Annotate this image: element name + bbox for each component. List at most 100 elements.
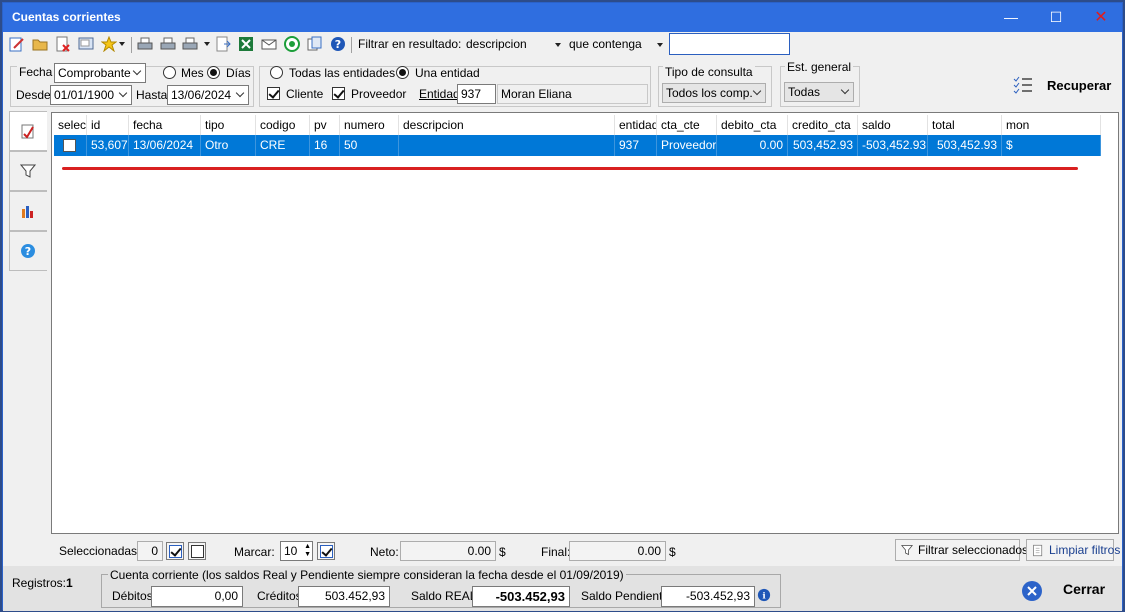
stepper-arrows-icon[interactable]: ▲ ▼: [304, 543, 311, 559]
toolbar-separator: [131, 37, 132, 53]
edit-icon[interactable]: [9, 36, 25, 52]
column-header[interactable]: saldo: [858, 115, 928, 135]
cuenta-corriente-note: Cuenta corriente (los saldos Real y Pend…: [108, 568, 626, 582]
filter-icon: [20, 164, 36, 178]
cell-entidad: 937: [615, 135, 657, 156]
open-folder-icon[interactable]: [32, 36, 48, 52]
marcar-apply-button[interactable]: [317, 542, 335, 560]
proveedor-checkbox[interactable]: [332, 87, 345, 100]
filter-condition-select[interactable]: que contenga: [569, 37, 669, 51]
print-dropdown-icon[interactable]: [204, 42, 210, 46]
entidad-name-field: Moran Eliana: [497, 84, 648, 104]
column-header[interactable]: pv: [310, 115, 340, 135]
mes-radio[interactable]: [163, 66, 176, 79]
select-all-button[interactable]: [166, 542, 184, 560]
column-header[interactable]: tipo: [201, 115, 256, 135]
filter-field-select[interactable]: descripcion: [466, 37, 566, 51]
dias-radio[interactable]: [207, 66, 220, 79]
favorites-dropdown-icon[interactable]: [119, 42, 125, 46]
export-document-icon[interactable]: [215, 36, 231, 52]
tab-ayuda[interactable]: ?: [9, 231, 47, 271]
send-email-icon[interactable]: [261, 36, 277, 52]
tab-filtros[interactable]: [9, 151, 47, 191]
column-header[interactable]: mon: [1002, 115, 1101, 135]
deselect-all-button[interactable]: [188, 542, 206, 560]
minimize-button[interactable]: —: [988, 3, 1034, 32]
seleccionadas-label: Seleccionadas:: [59, 544, 141, 558]
maximize-button[interactable]: ☐: [1033, 3, 1079, 32]
una-entidad-radio[interactable]: [396, 66, 409, 79]
creditos-value: 503.452,93: [298, 586, 390, 607]
grid-header: selec id fecha tipo codigo pv numero des…: [54, 115, 1104, 135]
column-header[interactable]: codigo: [256, 115, 310, 135]
red-underline-mark: [62, 167, 1078, 170]
uncheck-all-icon: [191, 545, 204, 558]
fecha-type-select[interactable]: Comprobante: [54, 63, 146, 83]
marcar-value: 10: [284, 544, 298, 558]
cliente-checkbox[interactable]: [267, 87, 280, 100]
info-icon[interactable]: i: [757, 588, 771, 602]
filter-label: Filtrar en resultado:: [358, 37, 462, 51]
column-header[interactable]: entidad: [615, 115, 657, 135]
marcar-stepper[interactable]: 10 ▲ ▼: [280, 541, 313, 561]
cell-total: 503,452.93: [928, 135, 1002, 156]
cerrar-label: Cerrar: [1063, 581, 1106, 597]
column-header[interactable]: cta_cte: [657, 115, 717, 135]
saldo-real-label: Saldo REAL: [411, 589, 477, 603]
clear-document-icon: [1033, 544, 1043, 557]
title-bar: Cuentas corrientes — ☐ ✕: [3, 3, 1122, 32]
entidad-link[interactable]: Entidad: [419, 87, 460, 101]
row-checkbox[interactable]: [63, 139, 76, 152]
column-header[interactable]: debito_cta: [717, 115, 788, 135]
filtrar-seleccionados-button[interactable]: Filtrar seleccionados: [895, 539, 1028, 561]
table-row[interactable]: 53,607 13/06/2024 Otro CRE 16 50 937 Pro…: [54, 135, 1101, 156]
calendar-dropdown-icon[interactable]: [235, 88, 245, 98]
column-header[interactable]: descripcion: [399, 115, 615, 135]
column-header[interactable]: numero: [340, 115, 399, 135]
limpiar-filtros-button[interactable]: Limpiar filtros: [1026, 539, 1120, 561]
cell-saldo: -503,452.93: [858, 135, 928, 156]
cell-tipo: Otro: [201, 135, 256, 156]
column-header[interactable]: credito_cta: [788, 115, 858, 135]
cell-debito: 0.00: [717, 135, 788, 156]
tipo-consulta-select[interactable]: Todos los comp.: [662, 83, 766, 103]
column-header[interactable]: selec: [54, 115, 87, 135]
tab-comprobantes[interactable]: [9, 111, 47, 151]
filter-icon: [901, 545, 913, 556]
column-header[interactable]: id: [87, 115, 129, 135]
recuperar-button[interactable]: Recuperar: [1013, 73, 1113, 99]
filtrar-seleccionados-label: Filtrar seleccionados: [918, 543, 1029, 557]
help-icon[interactable]: ?: [330, 36, 346, 52]
desde-date-input[interactable]: 01/01/1900: [50, 85, 132, 105]
bar-chart-icon: [22, 206, 33, 218]
est-general-label: Est. general: [785, 60, 854, 74]
saldo-pendiente-value: -503.452,93: [661, 586, 755, 607]
filter-search-input[interactable]: [669, 33, 790, 55]
cell-cta-cte: Proveedor: [657, 135, 717, 156]
column-header[interactable]: fecha: [129, 115, 201, 135]
todas-entidades-radio[interactable]: [270, 66, 283, 79]
hasta-date-input[interactable]: 13/06/2024: [167, 85, 249, 105]
entidad-id-input[interactable]: 937: [457, 84, 496, 104]
est-general-select[interactable]: Todas: [784, 82, 854, 102]
favorites-star-icon[interactable]: [101, 36, 117, 52]
cerrar-button[interactable]: Cerrar: [1021, 579, 1121, 603]
whatsapp-icon[interactable]: [284, 36, 300, 52]
print-all-icon[interactable]: [160, 36, 176, 52]
row-select-cell[interactable]: [54, 135, 87, 156]
excel-icon[interactable]: [238, 36, 254, 52]
column-header[interactable]: total: [928, 115, 1002, 135]
printer-icon[interactable]: [137, 36, 153, 52]
tab-graficos[interactable]: [9, 191, 47, 231]
hasta-label: Hasta: [136, 88, 168, 102]
seleccionadas-count: 0: [137, 541, 163, 561]
calendar-dropdown-icon[interactable]: [118, 88, 128, 98]
delete-document-icon[interactable]: [55, 36, 71, 52]
results-grid[interactable]: selec id fecha tipo codigo pv numero des…: [51, 112, 1119, 534]
chevron-down-icon: [132, 66, 142, 76]
close-button[interactable]: ✕: [1078, 3, 1124, 32]
copy-icon[interactable]: [307, 36, 323, 52]
print-preview-icon[interactable]: [78, 36, 94, 52]
print-options-icon[interactable]: [182, 36, 198, 52]
registros-label: Registros:: [12, 576, 67, 590]
